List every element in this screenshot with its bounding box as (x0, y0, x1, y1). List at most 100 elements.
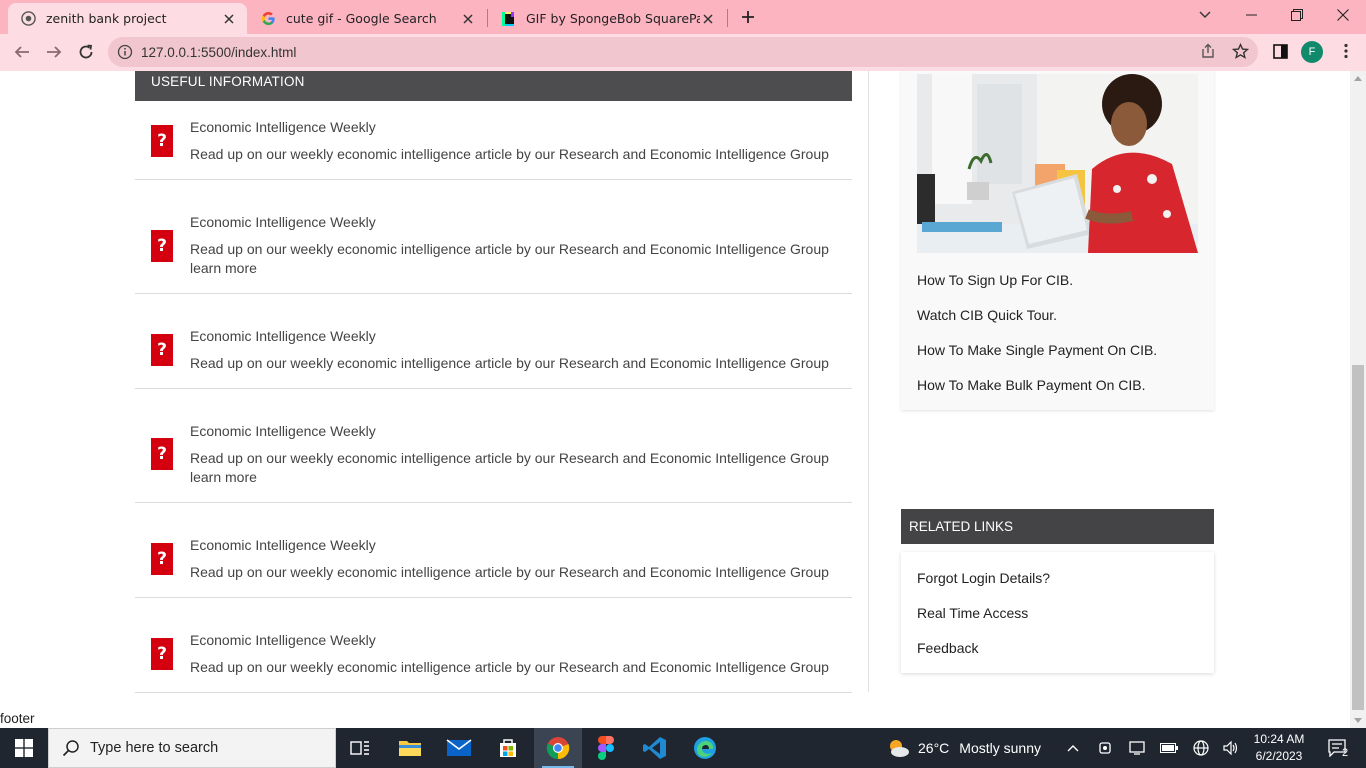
reload-button[interactable] (72, 38, 100, 66)
mail-icon[interactable] (435, 728, 483, 768)
taskbar-search-box[interactable]: Type here to search (48, 728, 336, 768)
taskbar-clock[interactable]: 10:24 AM 6/2/2023 (1248, 731, 1310, 765)
info-item[interactable]: ? Economic Intelligence Weekly Read up o… (135, 503, 852, 598)
info-item[interactable]: ? Economic Intelligence Weekly Read up o… (135, 294, 852, 389)
tab-title: cute gif - Google Search (286, 11, 437, 26)
search-placeholder: Type here to search (90, 740, 219, 756)
info-item[interactable]: ? Economic Intelligence Weekly Read up o… (135, 180, 852, 294)
page-footer: footer (0, 711, 35, 726)
forgot-login-link[interactable]: Forgot Login Details? (917, 570, 1050, 586)
info-item-title[interactable]: Economic Intelligence Weekly (190, 119, 376, 135)
profile-avatar[interactable]: F (1301, 41, 1323, 63)
minimize-button[interactable] (1228, 0, 1274, 30)
windows-start-icon[interactable] (0, 728, 48, 768)
close-icon[interactable] (460, 11, 476, 27)
question-icon: ? (151, 125, 173, 157)
weather-widget[interactable]: 26°C Mostly sunny (886, 728, 1041, 768)
info-item-title[interactable]: Economic Intelligence Weekly (190, 537, 376, 553)
tab-title: zenith bank project (46, 11, 167, 26)
edge-icon[interactable] (681, 728, 729, 768)
question-icon: ? (151, 334, 173, 366)
tab-cute-gif[interactable]: cute gif - Google Search (248, 3, 486, 34)
back-button[interactable] (8, 38, 36, 66)
partly-sunny-icon (890, 740, 909, 757)
info-item-title[interactable]: Economic Intelligence Weekly (190, 632, 376, 648)
info-item[interactable]: ? Economic Intelligence Weekly Read up o… (135, 598, 852, 693)
info-item-description: Read up on our weekly economic intellige… (190, 564, 829, 580)
learn-more-link[interactable]: learn more (190, 469, 257, 485)
info-item-title[interactable]: Economic Intelligence Weekly (190, 214, 376, 230)
cib-quick-tour-link[interactable]: Watch CIB Quick Tour. (917, 307, 1057, 323)
clock-time: 10:24 AM (1253, 732, 1305, 746)
address-bar[interactable]: 127.0.0.1:5500/index.html (108, 37, 1258, 67)
close-icon[interactable] (221, 11, 237, 27)
page-scrollbar[interactable] (1350, 71, 1366, 728)
tab-title: GIF by SpongeBob SquarePants - (526, 11, 700, 26)
scroll-up-arrow-icon[interactable] (1354, 76, 1362, 81)
giphy-icon (500, 11, 516, 27)
new-tab-button[interactable] (735, 5, 761, 29)
forward-button[interactable] (40, 38, 68, 66)
file-explorer-icon[interactable] (386, 728, 434, 768)
info-item-title[interactable]: Economic Intelligence Weekly (190, 328, 376, 344)
tab-spongebob-gif[interactable]: GIF by SpongeBob SquarePants - (488, 3, 726, 34)
google-icon (260, 11, 276, 27)
useful-information-header: USEFUL INFORMATION (135, 71, 852, 101)
clock-date: 6/2/2023 (1255, 749, 1303, 763)
scrollbar-thumb[interactable] (1352, 365, 1364, 710)
task-view-icon[interactable] (336, 728, 384, 768)
column-divider (868, 71, 869, 692)
vscode-icon[interactable] (631, 728, 679, 768)
info-item-description: Read up on our weekly economic intellige… (190, 659, 829, 675)
scroll-down-arrow-icon[interactable] (1354, 718, 1362, 723)
tab-search-chevron-icon[interactable] (1182, 0, 1228, 30)
menu-icon[interactable] (1334, 39, 1358, 63)
tab-zenith-bank-project[interactable]: zenith bank project (8, 3, 247, 34)
meet-now-icon[interactable] (1090, 728, 1120, 768)
chrome-icon[interactable] (534, 728, 582, 768)
windows-taskbar: Type here to search 26°C Mostly sunny 10… (0, 728, 1366, 768)
share-icon[interactable] (1196, 39, 1220, 63)
question-icon: ? (151, 230, 173, 262)
restore-button[interactable] (1274, 0, 1320, 30)
microsoft-store-icon[interactable] (484, 728, 532, 768)
cib-help-card: How To Sign Up For CIB. Watch CIB Quick … (901, 71, 1214, 410)
info-item-description: Read up on our weekly economic intellige… (190, 146, 829, 162)
weather-temperature: 26°C (918, 740, 950, 756)
browser-tab-bar: zenith bank project cute gif - Google Se… (0, 0, 1366, 34)
notification-center[interactable]: 2 (1318, 728, 1358, 768)
weather-description: Mostly sunny (959, 740, 1041, 756)
battery-icon[interactable] (1154, 728, 1184, 768)
info-item-description: Read up on our weekly economic intellige… (190, 450, 829, 466)
page-viewport: USEFUL INFORMATION ? Economic Intelligen… (0, 71, 1350, 728)
woman-laptop-image (917, 74, 1198, 253)
info-item[interactable]: ? Economic Intelligence Weekly Read up o… (135, 389, 852, 503)
cib-single-payment-link[interactable]: How To Make Single Payment On CIB. (917, 342, 1157, 358)
search-icon (62, 740, 79, 757)
globe-icon (20, 11, 36, 27)
side-panel-icon[interactable] (1268, 39, 1292, 63)
cib-bulk-payment-link[interactable]: How To Make Bulk Payment On CIB. (917, 377, 1146, 393)
learn-more-link[interactable]: learn more (190, 260, 257, 276)
browser-toolbar: 127.0.0.1:5500/index.html F (0, 34, 1366, 71)
bookmark-star-icon[interactable] (1228, 39, 1252, 63)
feedback-link[interactable]: Feedback (917, 640, 978, 656)
close-window-button[interactable] (1320, 0, 1366, 30)
related-links-card: Forgot Login Details? Real Time Access F… (901, 552, 1214, 673)
useful-information-section: USEFUL INFORMATION ? Economic Intelligen… (135, 71, 852, 693)
info-item-title[interactable]: Economic Intelligence Weekly (190, 423, 376, 439)
real-time-access-link[interactable]: Real Time Access (917, 605, 1028, 621)
network-globe-icon[interactable] (1186, 728, 1216, 768)
volume-icon[interactable] (1216, 728, 1246, 768)
cib-sign-up-link[interactable]: How To Sign Up For CIB. (917, 272, 1073, 288)
chevron-up-icon[interactable] (1058, 728, 1088, 768)
close-icon[interactable] (700, 11, 716, 27)
info-item-description: Read up on our weekly economic intellige… (190, 241, 829, 257)
display-icon[interactable] (1122, 728, 1152, 768)
figma-icon[interactable] (582, 728, 630, 768)
site-info-icon[interactable] (117, 44, 133, 60)
question-icon: ? (151, 638, 173, 670)
info-item-description: Read up on our weekly economic intellige… (190, 355, 829, 371)
info-item[interactable]: ? Economic Intelligence Weekly Read up o… (135, 101, 852, 180)
notification-count: 2 (1342, 747, 1349, 759)
